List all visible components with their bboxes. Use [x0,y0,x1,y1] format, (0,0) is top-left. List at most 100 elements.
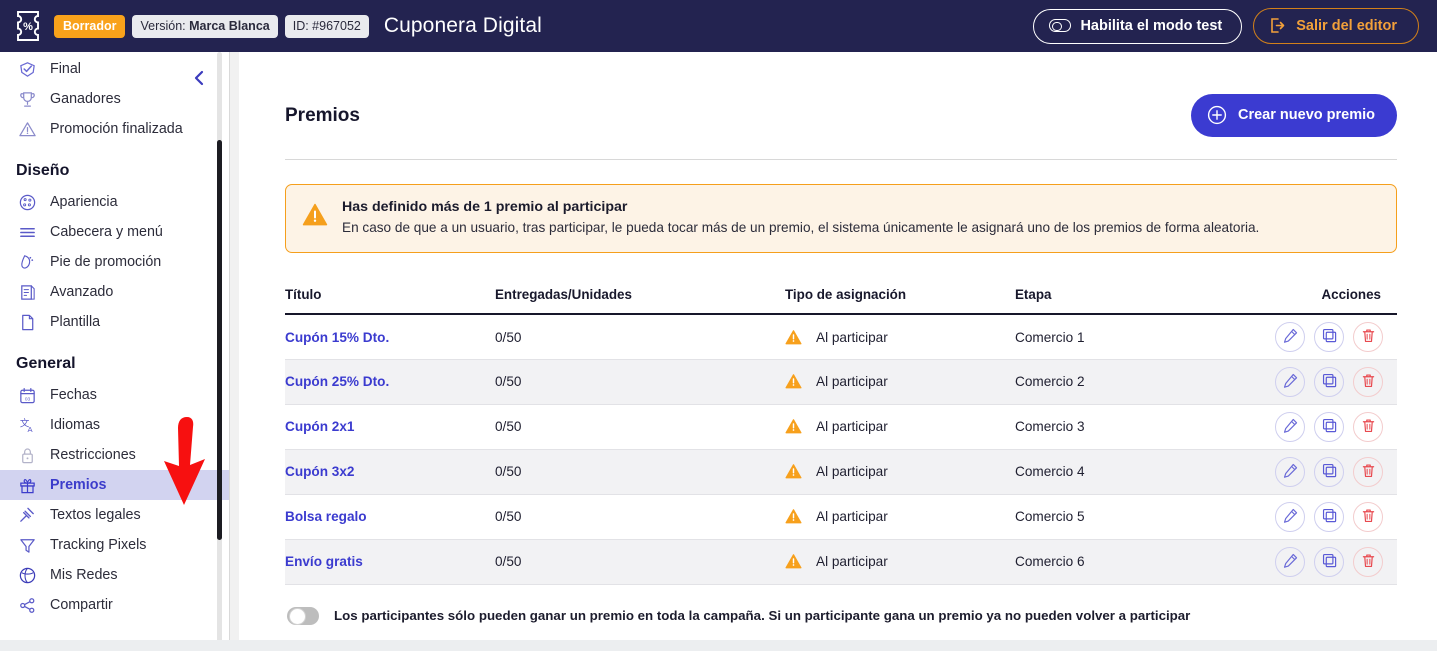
alert-body: En caso de que a un usuario, tras partic… [342,220,1260,235]
page-header: Premios Crear nuevo premio [285,94,1397,137]
delete-prize-button[interactable] [1353,366,1383,397]
trash-icon [1360,552,1377,572]
duplicate-prize-button[interactable] [1314,501,1344,532]
app-root: % Borrador Versión: Marca Blanca ID: #96… [0,0,1437,651]
cell-entregadas: 0/50 [495,538,785,585]
test-mode-label: Habilita el modo test [1080,17,1223,34]
sidebar-item-plantilla[interactable]: Plantilla [0,307,230,337]
copy-icon [1321,327,1338,347]
delete-prize-button[interactable] [1353,411,1383,442]
cell-acciones [1245,404,1397,449]
sidebar-collapse-button[interactable] [190,69,208,87]
edit-prize-button[interactable] [1275,546,1305,577]
sidebar-item-fechas[interactable]: 03 Fechas [0,380,230,410]
delete-prize-button[interactable] [1353,501,1383,532]
table-row: Cupón 15% Dto. 0/50 Al participar Comercio … [285,314,1397,359]
prize-title-link[interactable]: Cupón 15% Dto. [285,330,389,345]
calendar-icon: 03 [18,386,37,405]
tipo-label: Al participar [816,419,888,435]
sidebar-item-compartir[interactable]: Compartir [0,590,230,620]
edit-prize-button[interactable] [1275,366,1305,397]
duplicate-prize-button[interactable] [1314,411,1344,442]
check-badge-icon [18,60,37,79]
sidebar-item-label: Restricciones [50,447,136,463]
test-mode-button[interactable]: Habilita el modo test [1033,8,1243,44]
sidebar-item-tracking-pixels[interactable]: Tracking Pixels [0,530,230,560]
prize-title-link[interactable]: Cupón 3x2 [285,464,355,479]
status-badge: Borrador [54,14,126,38]
duplicate-prize-button[interactable] [1314,546,1344,577]
translate-icon: 文A [18,416,37,435]
exit-editor-button[interactable]: Salir del editor [1253,8,1419,44]
warning-triangle-icon [302,202,328,228]
cell-etapa: Comercio 3 [1015,419,1085,435]
sidebar-item-label: Fechas [50,387,97,403]
cell-titulo: Cupón 25% Dto. [285,358,495,405]
tipo-label: Al participar [816,554,888,570]
warning-triangle-icon [785,329,802,346]
alert-title: Has definido más de 1 premio al particip… [342,199,628,215]
prize-title-link[interactable]: Bolsa regalo [285,509,367,524]
sidebar-item-premios[interactable]: Premios [0,470,230,500]
edit-prize-button[interactable] [1275,411,1305,442]
svg-text:A: A [28,425,34,434]
main-content: Premios Crear nuevo premio Has definido … [239,52,1437,640]
warning-triangle-icon [785,373,802,390]
plus-circle-icon [1207,105,1227,125]
svg-text:03: 03 [25,396,31,402]
version-prefix: Versión: [140,18,190,33]
prizes-table-body: Cupón 15% Dto. 0/50 Al participar Comercio … [285,314,1397,585]
copy-icon [1321,462,1338,482]
trash-icon [1360,372,1377,392]
gift-icon [18,476,37,495]
delete-prize-button[interactable] [1353,322,1383,353]
duplicate-prize-button[interactable] [1314,366,1344,397]
coupon-percent-icon[interactable]: % [14,9,42,43]
cell-tipo: Al participar [785,314,1015,359]
delete-prize-button[interactable] [1353,546,1383,577]
create-prize-button[interactable]: Crear nuevo premio [1191,94,1397,137]
copy-icon [1321,552,1338,572]
sidebar-item-label: Idiomas [50,417,101,433]
sidebar-item-apariencia[interactable]: Apariencia [0,187,230,217]
pencil-icon [1282,327,1299,347]
duplicate-prize-button[interactable] [1314,322,1344,353]
sidebar-item-ganadores[interactable]: Ganadores [0,84,230,114]
sidebar-item-label: Premios [50,477,107,493]
column-header-titulo: Título [285,287,495,316]
sidebar-item-restricciones[interactable]: Restricciones [0,440,230,470]
trash-icon [1360,507,1377,527]
sidebar-scrollbar-thumb[interactable] [217,140,222,540]
sidebar-item-cabecera-y-menu[interactable]: Cabecera y menú [0,217,230,247]
edit-prize-button[interactable] [1275,456,1305,487]
top-bar-actions: Habilita el modo test Salir del editor [1033,8,1423,44]
version-badge: Versión: Marca Blanca [132,14,278,38]
cell-etapa: Comercio 5 [1015,509,1085,525]
prize-title-link[interactable]: Cupón 2x1 [285,419,355,434]
sidebar-group-diseno: Diseño [16,162,70,179]
trash-icon [1360,417,1377,437]
cell-titulo: Cupón 3x2 [285,448,495,495]
prize-title-link[interactable]: Cupón 25% Dto. [285,374,389,389]
delete-prize-button[interactable] [1353,456,1383,487]
sidebar-item-avanzado[interactable]: Avanzado [0,277,230,307]
cell-etapa: Comercio 2 [1015,358,1245,405]
footer-icon [18,253,37,272]
edit-prize-button[interactable] [1275,322,1305,353]
sidebar-item-label: Pie de promoción [50,254,162,270]
table-header-row: Título Entregadas/Unidades Tipo de asign… [285,287,1397,316]
duplicate-prize-button[interactable] [1314,456,1344,487]
prize-title-link[interactable]: Envío gratis [285,554,363,569]
cell-tipo: Al participar [785,538,1015,585]
sidebar-item-textos-legales[interactable]: Textos legales [0,500,230,530]
sidebar-item-idiomas[interactable]: 文A Idiomas [0,410,230,440]
sidebar-item-pie-de-promocion[interactable]: Pie de promoción [0,247,230,277]
page-icon [18,313,37,332]
exit-icon [1271,18,1285,33]
sidebar-item-promocion-finalizada[interactable]: Promoción finalizada [0,114,230,144]
sidebar-item-mis-redes[interactable]: Mis Redes [0,560,230,590]
toggle-switch-icon [1049,19,1072,32]
edit-prize-button[interactable] [1275,501,1305,532]
document-settings-icon [18,283,37,302]
single-prize-toggle[interactable] [287,606,319,626]
